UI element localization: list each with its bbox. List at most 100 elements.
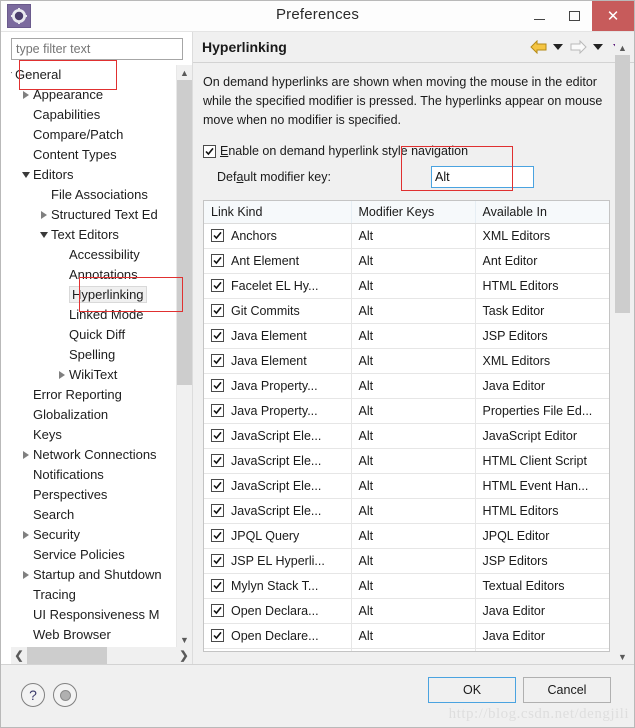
table-row[interactable]: JavaScript Ele... Alt JavaScript Editor: [204, 423, 609, 449]
row-checkbox[interactable]: [211, 404, 224, 418]
cell-available-in[interactable]: Textual Editors: [475, 573, 609, 599]
table-row[interactable]: Anchors Alt XML Editors: [204, 223, 609, 249]
tree-item[interactable]: File Associations: [11, 185, 177, 205]
scroll-up-icon[interactable]: ▲: [177, 65, 192, 80]
row-checkbox[interactable]: [211, 629, 224, 643]
cell-modifier-keys[interactable]: Alt: [351, 573, 476, 599]
tree-item[interactable]: Accessibility: [11, 245, 177, 265]
row-checkbox[interactable]: [211, 529, 224, 543]
cell-available-in[interactable]: Properties File Ed...: [475, 398, 609, 424]
row-checkbox[interactable]: [211, 604, 224, 618]
cell-link-kind[interactable]: Java Element: [204, 348, 352, 374]
cell-link-kind[interactable]: Java Element: [204, 323, 352, 349]
maximize-button[interactable]: [557, 1, 592, 31]
table-row[interactable]: JPQL Query Alt JPQL Editor: [204, 523, 609, 549]
tree-item[interactable]: Editors: [11, 165, 177, 185]
cell-available-in[interactable]: Java Editor: [475, 648, 609, 651]
cell-available-in[interactable]: JavaScript Editor: [475, 423, 609, 449]
row-checkbox[interactable]: [211, 429, 224, 443]
tree-vertical-scrollbar[interactable]: ▲ ▼: [176, 65, 192, 647]
chevron-down-icon[interactable]: [21, 165, 31, 185]
table-row[interactable]: Open Declara... Alt Java Editor: [204, 598, 609, 624]
table-row[interactable]: Ant Element Alt Ant Editor: [204, 248, 609, 274]
table-row[interactable]: Java Property... Alt Java Editor: [204, 373, 609, 399]
ok-button[interactable]: OK: [428, 677, 516, 703]
table-row[interactable]: JavaScript Ele... Alt HTML Editors: [204, 498, 609, 524]
row-checkbox[interactable]: [211, 379, 224, 393]
cell-modifier-keys[interactable]: Alt: [351, 598, 476, 624]
cell-modifier-keys[interactable]: Alt: [351, 473, 476, 499]
table-row[interactable]: Open Implem...AltJava Editor: [204, 648, 609, 651]
cell-modifier-keys[interactable]: Alt: [351, 498, 476, 524]
tree-item[interactable]: General: [11, 65, 177, 85]
cell-available-in[interactable]: JSP Editors: [475, 548, 609, 574]
cell-available-in[interactable]: JPQL Editor: [475, 523, 609, 549]
tree-item[interactable]: WikiText: [11, 365, 177, 385]
tree-item[interactable]: Security: [11, 525, 177, 545]
table-row[interactable]: Open Declare... Alt Java Editor: [204, 623, 609, 649]
cell-modifier-keys[interactable]: Alt: [351, 423, 476, 449]
cell-link-kind[interactable]: JavaScript Ele...: [204, 448, 352, 474]
question-mark-icon[interactable]: ?: [21, 683, 45, 707]
cell-link-kind[interactable]: Java Property...: [204, 398, 352, 424]
cell-available-in[interactable]: Java Editor: [475, 598, 609, 624]
table-row[interactable]: Java Property... Alt Properties File Ed...: [204, 398, 609, 424]
scroll-down-icon[interactable]: ▼: [177, 632, 192, 647]
apply-icon[interactable]: [53, 683, 77, 707]
cancel-button[interactable]: Cancel: [523, 677, 611, 703]
minimize-button[interactable]: [522, 1, 557, 31]
cell-link-kind[interactable]: Anchors: [204, 223, 352, 249]
tree-horizontal-scrollbar[interactable]: ❮ ❯: [11, 647, 192, 664]
tree-item[interactable]: Structured Text Ed: [11, 205, 177, 225]
column-header-modifier-keys[interactable]: Modifier Keys: [351, 201, 476, 224]
cell-link-kind[interactable]: Open Declare...: [204, 623, 352, 649]
tree-item[interactable]: Notifications: [11, 465, 177, 485]
chevron-right-icon[interactable]: [57, 365, 67, 385]
tree-item[interactable]: Network Connections: [11, 445, 177, 465]
tree-horizontal-scroll-thumb[interactable]: [27, 647, 107, 664]
cell-modifier-keys[interactable]: Alt: [351, 523, 476, 549]
cell-available-in[interactable]: HTML Editors: [475, 273, 609, 299]
page-vertical-scrollbar[interactable]: ▲ ▼: [615, 40, 630, 664]
filter-input[interactable]: [11, 38, 183, 60]
chevron-right-icon[interactable]: [39, 205, 49, 225]
cell-available-in[interactable]: XML Editors: [475, 348, 609, 374]
tree-item[interactable]: Error Reporting: [11, 385, 177, 405]
tree-item[interactable]: Perspectives: [11, 485, 177, 505]
cell-link-kind[interactable]: Java Property...: [204, 373, 352, 399]
cell-link-kind[interactable]: JPQL Query: [204, 523, 352, 549]
cell-available-in[interactable]: Java Editor: [475, 373, 609, 399]
cell-modifier-keys[interactable]: Alt: [351, 298, 476, 324]
cell-modifier-keys[interactable]: Alt: [351, 548, 476, 574]
chevron-right-icon[interactable]: [21, 525, 31, 545]
tree-item[interactable]: Compare/Patch: [11, 125, 177, 145]
table-row[interactable]: Java Element Alt XML Editors: [204, 348, 609, 374]
tree-item[interactable]: Linked Mode: [11, 305, 177, 325]
cell-link-kind[interactable]: Git Commits: [204, 298, 352, 324]
chevron-right-icon[interactable]: [21, 565, 31, 585]
cell-link-kind[interactable]: Open Implem...: [204, 648, 352, 651]
tree-item[interactable]: Hyperlinking: [11, 285, 177, 305]
back-dropdown-icon[interactable]: [548, 37, 568, 57]
tree-item[interactable]: Text Editors: [11, 225, 177, 245]
table-row[interactable]: JavaScript Ele... Alt HTML Event Han...: [204, 473, 609, 499]
column-header-available-in[interactable]: Available In: [475, 201, 609, 224]
scroll-right-icon[interactable]: ❯: [176, 647, 192, 664]
cell-link-kind[interactable]: JavaScript Ele...: [204, 423, 352, 449]
page-scroll-down-icon[interactable]: ▼: [615, 649, 630, 664]
page-vertical-scroll-thumb[interactable]: [615, 55, 630, 313]
cell-available-in[interactable]: Task Editor: [475, 298, 609, 324]
row-checkbox[interactable]: [211, 504, 224, 518]
row-checkbox[interactable]: [211, 279, 224, 293]
cell-available-in[interactable]: XML Editors: [475, 223, 609, 249]
cell-available-in[interactable]: HTML Client Script: [475, 448, 609, 474]
cell-available-in[interactable]: HTML Editors: [475, 498, 609, 524]
back-arrow-icon[interactable]: [528, 37, 548, 57]
tree-item[interactable]: Content Types: [11, 145, 177, 165]
cell-link-kind[interactable]: Facelet EL Hy...: [204, 273, 352, 299]
tree-item[interactable]: Quick Diff: [11, 325, 177, 345]
enable-hyperlink-checkbox[interactable]: [203, 144, 216, 158]
cell-modifier-keys[interactable]: Alt: [351, 623, 476, 649]
tree-item[interactable]: Keys: [11, 425, 177, 445]
cell-link-kind[interactable]: Open Declara...: [204, 598, 352, 624]
